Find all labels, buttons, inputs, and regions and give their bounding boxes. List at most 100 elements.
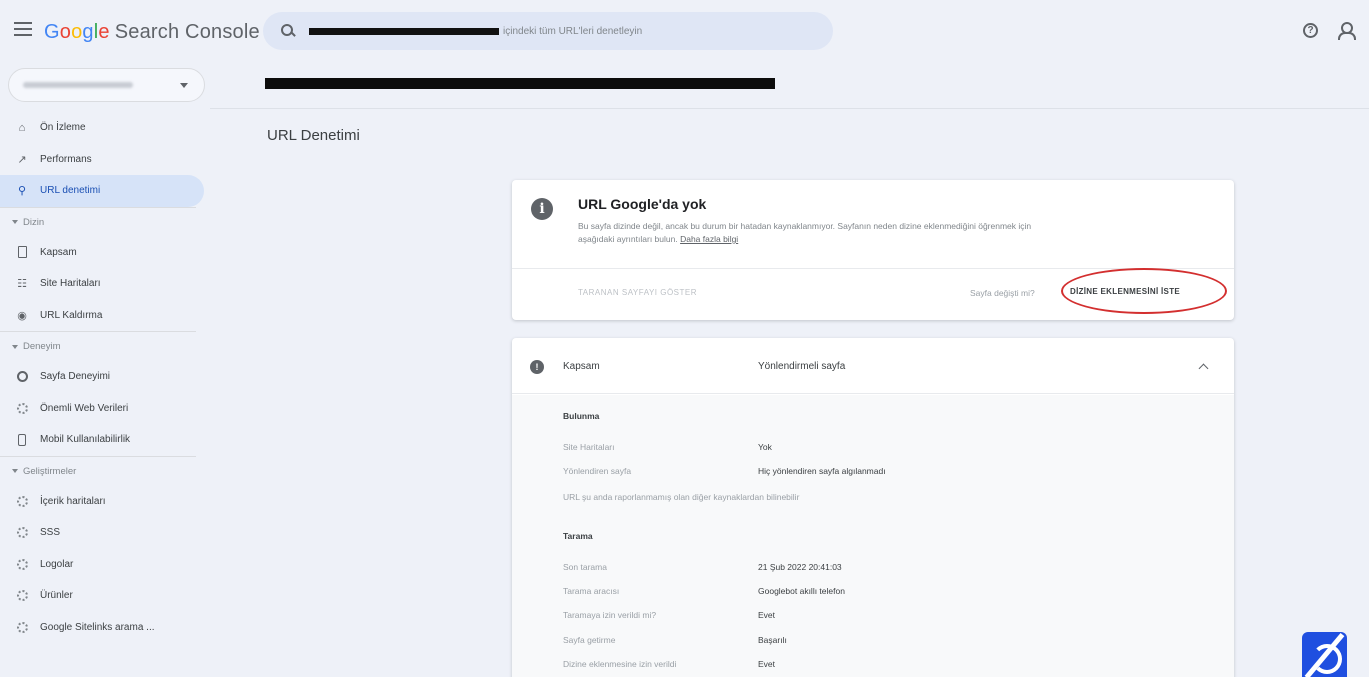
user-management-icon[interactable] bbox=[1338, 22, 1356, 40]
sidebar-item-label: Logolar bbox=[40, 558, 74, 570]
redacted-domain bbox=[309, 27, 499, 35]
detail-label: Son tarama bbox=[563, 562, 607, 572]
sidebar-item-label: Kapsam bbox=[40, 246, 77, 258]
sitemap-icon: ☷ bbox=[17, 278, 27, 291]
status-title: URL Google'da yok bbox=[578, 196, 707, 212]
discovery-note: URL şu anda raporlanmamış olan diğer kay… bbox=[563, 492, 800, 502]
document-icon bbox=[16, 246, 28, 259]
status-description: Bu sayfa dizinde değil, ancak bu durum b… bbox=[578, 220, 1038, 246]
detail-value: Başarılı bbox=[758, 635, 787, 645]
property-name-blurred bbox=[23, 82, 133, 88]
help-icon[interactable]: ? bbox=[1303, 23, 1318, 38]
search-icon bbox=[281, 24, 295, 38]
page-changed-question: Sayfa değişti mi? bbox=[970, 288, 1035, 298]
watermark-logo bbox=[1302, 632, 1347, 677]
coverage-details: Bulunma Site Haritaları Yok Yönlendiren … bbox=[512, 395, 1234, 677]
gear-icon bbox=[16, 621, 28, 633]
info-icon: i bbox=[531, 198, 553, 220]
section-label: Deneyim bbox=[23, 341, 61, 352]
detail-label: Yönlendiren sayfa bbox=[563, 466, 632, 476]
sidebar-item-logos[interactable]: Logolar bbox=[0, 549, 210, 581]
sidebar-item-label: URL Kaldırma bbox=[40, 309, 103, 321]
url-inspection-search[interactable]: içindeki tüm URL'leri denetleyin bbox=[263, 12, 833, 50]
detail-value: Evet bbox=[758, 659, 776, 669]
chevron-up-icon[interactable] bbox=[1198, 363, 1209, 374]
sidebar-item-performance[interactable]: ↗ Performans bbox=[0, 144, 210, 176]
discovery-title: Bulunma bbox=[563, 411, 600, 421]
detail-value: 21 Şub 2022 20:41:03 bbox=[758, 562, 842, 572]
detail-label: Tarama aracısı bbox=[563, 586, 620, 596]
learn-more-link[interactable]: Daha fazla bilgi bbox=[680, 234, 738, 244]
sidebar-item-coverage[interactable]: Kapsam bbox=[0, 237, 210, 269]
home-icon: ⌂ bbox=[18, 121, 26, 134]
sidebar-item-label: Ön İzleme bbox=[40, 122, 86, 134]
sidebar-item-label: İçerik haritaları bbox=[40, 495, 106, 507]
sidebar-item-removals[interactable]: ◉ URL Kaldırma bbox=[0, 300, 210, 332]
menu-icon[interactable] bbox=[14, 22, 32, 36]
detail-label: Taramaya izin verildi mi? bbox=[563, 610, 657, 620]
detail-value: Hiç yönlendiren sayfa algılanmadı bbox=[758, 466, 886, 476]
sidebar-item-overview[interactable]: ⌂ Ön İzleme bbox=[0, 112, 210, 144]
section-enhancements[interactable]: Geliştirmeler bbox=[0, 455, 196, 486]
collapse-icon bbox=[12, 344, 18, 349]
chevron-down-icon bbox=[180, 83, 188, 88]
gauge-icon bbox=[16, 402, 28, 414]
property-selector[interactable] bbox=[8, 68, 205, 102]
divider bbox=[512, 268, 1234, 269]
sidebar-item-label: Mobil Kullanılabilirlik bbox=[40, 434, 131, 446]
sidebar-item-label: Ürünler bbox=[40, 590, 73, 602]
phone-icon bbox=[16, 433, 28, 446]
sidebar-item-label: Performans bbox=[40, 153, 92, 165]
sidebar-item-label: Google Sitelinks arama ... bbox=[40, 621, 155, 633]
sidebar-item-label: URL denetimi bbox=[40, 185, 101, 197]
detail-value: Evet bbox=[758, 610, 776, 620]
coverage-card: ! Kapsam Yönlendirmeli sayfa Bulunma Sit… bbox=[512, 338, 1234, 677]
description-text: Bu sayfa dizinde değil, ancak bu durum b… bbox=[578, 221, 1032, 244]
sidebar-item-sitelinks-searchbox[interactable]: Google Sitelinks arama ... bbox=[0, 612, 210, 644]
coverage-label: Kapsam bbox=[563, 361, 600, 372]
view-crawled-page-button[interactable]: TARANAN SAYFAYI GÖSTER bbox=[578, 288, 697, 297]
gear-icon bbox=[16, 527, 28, 539]
sidebar-item-faq[interactable]: SSS bbox=[0, 517, 210, 549]
detail-label: Sayfa getirme bbox=[563, 635, 616, 645]
sidebar-item-core-web-vitals[interactable]: Önemli Web Verileri bbox=[0, 393, 210, 425]
info-icon: ! bbox=[530, 360, 544, 374]
page-title: URL Denetimi bbox=[267, 127, 360, 144]
sidebar-item-label: Sayfa Deneyimi bbox=[40, 371, 111, 383]
app-title[interactable]: Google Search Console bbox=[44, 21, 260, 44]
section-label: Geliştirmeler bbox=[23, 465, 77, 477]
sidebar: ⌂ Ön İzleme ↗ Performans ⚲ URL denetimi … bbox=[0, 112, 210, 643]
sidebar-item-products[interactable]: Ürünler bbox=[0, 580, 210, 612]
sidebar-item-sitemaps[interactable]: ☷ Site Haritaları bbox=[0, 268, 210, 300]
sidebar-item-label: SSS bbox=[40, 527, 61, 539]
gear-icon bbox=[16, 495, 28, 507]
gear-icon bbox=[16, 590, 28, 602]
detail-value: Googlebot akıllı telefon bbox=[758, 586, 845, 596]
sidebar-item-page-experience[interactable]: Sayfa Deneyimi bbox=[0, 361, 210, 393]
detail-label: Site Haritaları bbox=[563, 442, 615, 452]
sidebar-item-label: Önemli Web Verileri bbox=[40, 402, 129, 414]
sidebar-item-mobile-usability[interactable]: Mobil Kullanılabilirlik bbox=[0, 424, 210, 456]
divider bbox=[210, 108, 1369, 109]
detail-label: Dizine eklenmesine izin verildi bbox=[563, 659, 677, 669]
search-icon: ⚲ bbox=[17, 185, 27, 198]
collapse-icon bbox=[12, 220, 18, 224]
top-bar: Google Search Console içindeki tüm URL'le… bbox=[0, 0, 1369, 64]
sidebar-item-url-inspection[interactable]: ⚲ URL denetimi bbox=[0, 175, 204, 207]
sidebar-item-breadcrumbs[interactable]: İçerik haritaları bbox=[0, 486, 210, 518]
coverage-header[interactable]: ! Kapsam Yönlendirmeli sayfa bbox=[512, 338, 1234, 394]
gear-icon bbox=[16, 558, 28, 570]
section-index[interactable]: Dizin bbox=[0, 206, 196, 237]
request-indexing-button[interactable]: DİZİNE EKLENMESİNİ İSTE bbox=[1070, 287, 1180, 296]
trend-icon: ↗ bbox=[17, 153, 27, 166]
detail-value: Yok bbox=[758, 442, 772, 452]
sidebar-item-label: Site Haritaları bbox=[40, 278, 101, 290]
section-label: Dizin bbox=[23, 216, 45, 228]
redacted-url bbox=[265, 78, 775, 89]
search-placeholder: içindeki tüm URL'leri denetleyin bbox=[503, 25, 643, 37]
eye-off-icon: ◉ bbox=[17, 309, 27, 322]
crawl-title: Tarama bbox=[563, 531, 593, 541]
circle-icon bbox=[16, 371, 28, 383]
section-experience[interactable]: Deneyim bbox=[0, 331, 196, 361]
index-status-card: i URL Google'da yok Bu sayfa dizinde değ… bbox=[512, 180, 1234, 320]
